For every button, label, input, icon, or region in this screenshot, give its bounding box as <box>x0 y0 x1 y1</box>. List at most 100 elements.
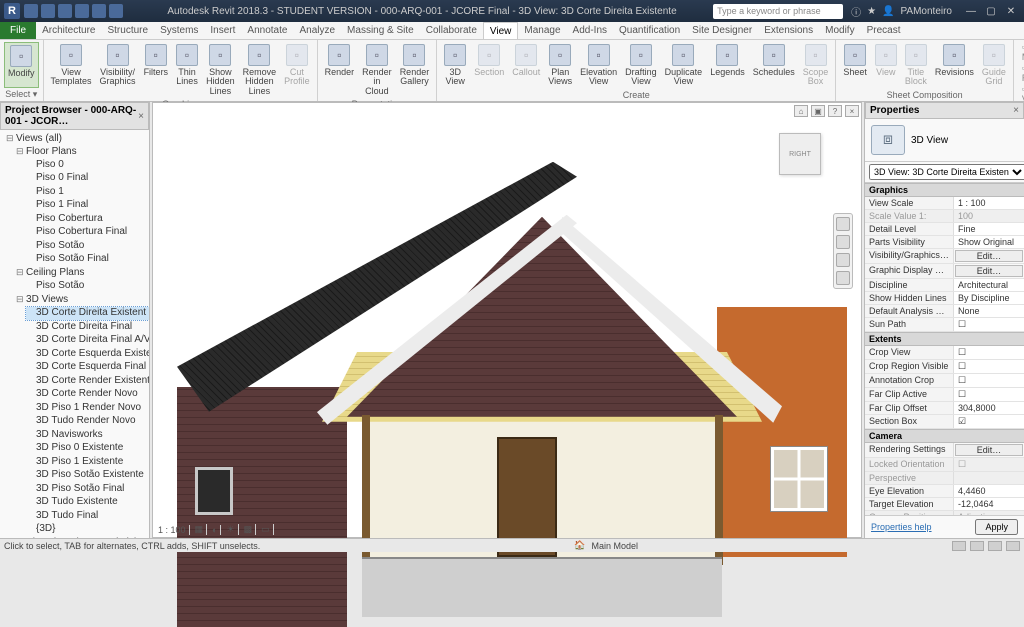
link-icon[interactable] <box>1006 541 1020 551</box>
prop-category[interactable]: Graphics <box>865 183 1024 197</box>
canvas-max-icon[interactable]: ▣ <box>811 105 825 117</box>
ribbon-drafting-view-button[interactable]: ▫DraftingView <box>622 42 660 89</box>
prop-row[interactable]: Crop View <box>865 346 1024 360</box>
tree-item[interactable]: 3D Corte Esquerda Final <box>26 361 149 375</box>
view-control-bar[interactable]: 1 : 100 ▦ ◐ ☀ ▩ ▭ <box>155 524 274 535</box>
qat-print-icon[interactable] <box>92 4 106 18</box>
ribbon-show-hidden-lines-button[interactable]: ▫ShowHidden Lines <box>203 42 238 98</box>
prop-value[interactable]: ☑ <box>954 415 1024 428</box>
properties-title[interactable]: Properties × <box>865 102 1024 119</box>
prop-row[interactable]: Far Clip Active <box>865 388 1024 402</box>
prop-row[interactable]: Crop Region Visible <box>865 360 1024 374</box>
tab-add-ins[interactable]: Add-Ins <box>567 22 613 39</box>
prop-value[interactable] <box>954 360 1024 373</box>
prop-row[interactable]: Show Hidden LinesBy Discipline <box>865 292 1024 305</box>
tab-annotate[interactable]: Annotate <box>241 22 293 39</box>
qat-open-icon[interactable] <box>24 4 38 18</box>
ribbon-render-in-cloud-button[interactable]: ▫Renderin Cloud <box>359 42 395 98</box>
tab-architecture[interactable]: Architecture <box>36 22 101 39</box>
ribbon-schedules-button[interactable]: ▫Schedules <box>750 42 798 89</box>
canvas-help-icon[interactable]: ? <box>828 105 842 117</box>
prop-value[interactable] <box>954 318 1024 331</box>
tree-item[interactable]: Floor PlansPiso 0Piso 0 FinalPiso 1Piso … <box>16 145 149 267</box>
close-panel-icon[interactable]: × <box>138 111 144 122</box>
tab-collaborate[interactable]: Collaborate <box>420 22 483 39</box>
tree-item[interactable]: Piso Sotão Final <box>26 253 149 267</box>
ribbon-remove-hidden-lines-button[interactable]: ▫RemoveHidden Lines <box>240 42 280 98</box>
sun-path-icon[interactable]: ☀ <box>223 524 238 535</box>
tree-item[interactable]: 3D Piso Sotão Existente <box>26 469 149 483</box>
tree-item[interactable]: {3D} <box>26 523 149 537</box>
prop-row[interactable]: Visibility/Graphics Ov…Edit… <box>865 249 1024 264</box>
tree-item[interactable]: 3D Corte Esquerda Existent <box>26 347 149 361</box>
apply-button[interactable]: Apply <box>975 519 1018 535</box>
pin-icon[interactable] <box>988 541 1002 551</box>
help-search-input[interactable]: Type a keyword or phrase <box>713 4 843 19</box>
prop-value[interactable]: Edit… <box>955 265 1023 277</box>
prop-value[interactable]: Architectural <box>954 279 1024 291</box>
maximize-button[interactable]: ▢ <box>982 4 1000 18</box>
tab-insert[interactable]: Insert <box>204 22 241 39</box>
tree-item[interactable]: 3D Corte Direita Final A/V <box>26 334 149 348</box>
prop-value[interactable] <box>954 374 1024 387</box>
prop-value[interactable]: Edit… <box>955 250 1023 262</box>
tab-quantification[interactable]: Quantification <box>613 22 686 39</box>
tree-item[interactable]: 3D Corte Direita Final <box>26 320 149 334</box>
instance-selector[interactable]: 3D View: 3D Corte Direita Existen <box>869 164 1024 180</box>
prop-value[interactable]: 1 : 100 <box>954 197 1024 209</box>
qat-undo-icon[interactable] <box>58 4 72 18</box>
prop-value[interactable]: Show Original <box>954 236 1024 248</box>
drawing-canvas[interactable]: ⌂ ▣ ? × RIGHT <box>152 102 862 538</box>
tab-site-designer[interactable]: Site Designer <box>686 22 758 39</box>
select-icon[interactable] <box>970 541 984 551</box>
tab-manage[interactable]: Manage <box>518 22 566 39</box>
canvas-home-icon[interactable]: ⌂ <box>794 105 808 117</box>
prop-value[interactable]: Fine <box>954 223 1024 235</box>
tree-item[interactable]: Piso 1 Final <box>26 199 149 213</box>
prop-value[interactable]: By Discipline <box>954 292 1024 304</box>
prop-row[interactable]: Detail LevelFine <box>865 223 1024 236</box>
close-properties-icon[interactable]: × <box>1013 105 1019 116</box>
canvas-close-icon[interactable]: × <box>845 105 859 117</box>
star-icon[interactable]: ★ <box>867 6 876 17</box>
tab-precast[interactable]: Precast <box>861 22 907 39</box>
tree-item[interactable]: 3D Tudo Final <box>26 509 149 523</box>
crop-icon[interactable]: ▭ <box>258 524 274 535</box>
prop-row[interactable]: Target Elevation-12,0464 <box>865 498 1024 511</box>
tree-item[interactable]: Ceiling PlansPiso Sotão <box>16 267 149 294</box>
ribbon-render-gallery-button[interactable]: ▫RenderGallery <box>397 42 433 98</box>
tab-extensions[interactable]: Extensions <box>758 22 819 39</box>
ribbon-elevation-view-button[interactable]: ▫ElevationView <box>577 42 620 89</box>
prop-row[interactable]: View Scale1 : 100 <box>865 197 1024 210</box>
tree-item[interactable]: Piso Sotão <box>26 280 149 294</box>
tree-item[interactable]: 3D Piso Sotão Final <box>26 482 149 496</box>
prop-row[interactable]: Far Clip Offset304,8000 <box>865 402 1024 415</box>
prop-value[interactable]: Edit… <box>955 444 1023 456</box>
tree-item[interactable]: Piso Cobertura Final <box>26 226 149 240</box>
tree-item[interactable]: 3D Piso 1 Existente <box>26 455 149 469</box>
ribbon-sheet-button[interactable]: ▫Sheet <box>840 42 870 89</box>
detail-level-icon[interactable]: ▦ <box>192 524 208 535</box>
ribbon-view-templates-button[interactable]: ▫ViewTemplates <box>48 42 95 98</box>
properties-table[interactable]: GraphicsView Scale1 : 100Scale Value 1:1… <box>865 183 1024 515</box>
ribbon-legends-button[interactable]: ▫Legends <box>707 42 748 89</box>
ribbon-filters-button[interactable]: ▫Filters <box>141 42 172 98</box>
project-browser-title[interactable]: Project Browser - 000-ARQ-001 - JCOR… × <box>0 102 149 130</box>
tree-item[interactable]: 3D Piso 1 Render Novo <box>26 401 149 415</box>
type-selector[interactable]: ⧈ 3D View <box>865 119 1024 162</box>
prop-row[interactable]: Sun Path <box>865 318 1024 332</box>
properties-help-link[interactable]: Properties help <box>871 522 932 532</box>
tree-item[interactable]: 3D Tudo Existente <box>26 496 149 510</box>
tree-item[interactable]: 3D Navisworks <box>26 428 149 442</box>
close-button[interactable]: ✕ <box>1002 4 1020 18</box>
prop-row[interactable]: Eye Elevation4,4460 <box>865 485 1024 498</box>
workset-icon[interactable]: 🏠 <box>574 540 585 551</box>
prop-category[interactable]: Camera <box>865 429 1024 443</box>
prop-row[interactable]: Default Analysis Displ…None <box>865 305 1024 318</box>
qat-redo-icon[interactable] <box>75 4 89 18</box>
shadows-icon[interactable]: ▩ <box>241 524 257 535</box>
prop-row[interactable]: Rendering SettingsEdit… <box>865 443 1024 458</box>
prop-row[interactable]: Section Box☑ <box>865 415 1024 429</box>
prop-value[interactable]: None <box>954 305 1024 317</box>
ribbon-visibility-graphics-button[interactable]: ▫Visibility/Graphics <box>97 42 139 98</box>
